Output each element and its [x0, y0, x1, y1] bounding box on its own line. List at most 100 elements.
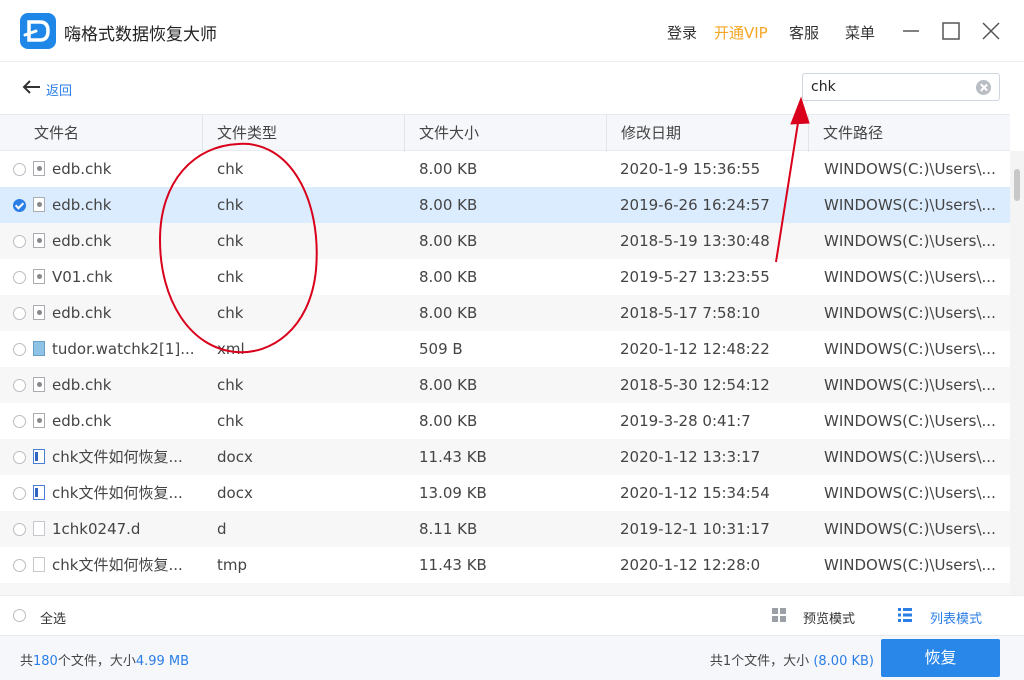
table-row[interactable]: edb.chk chk 8.00 KB 2019-6-26 16:24:57 W… [0, 187, 1010, 223]
file-size: 509 B [419, 340, 463, 358]
file-type: chk [217, 412, 244, 430]
system-file-icon [33, 413, 45, 428]
file-name: chk文件如何恢复... [52, 484, 183, 502]
selected-size: (8.00 KB) [813, 654, 874, 669]
total-prefix: 共 [20, 654, 34, 669]
row-checkbox[interactable] [13, 271, 26, 284]
row-checkbox[interactable] [13, 163, 26, 176]
column-header-size[interactable]: 文件大小 [405, 115, 607, 152]
row-checkbox[interactable] [13, 199, 26, 212]
preview-mode-button[interactable]: 预览模式 [803, 608, 855, 627]
file-size: 8.00 KB [419, 376, 478, 394]
file-path: WINDOWS(C:)\Users\... [824, 232, 996, 250]
file-date: 2020-1-12 15:34:54 [620, 484, 770, 502]
file-path: WINDOWS(C:)\Users\... [824, 412, 996, 430]
grid-view-icon[interactable] [771, 607, 787, 623]
file-name: tudor.watchk2[1]... [52, 340, 195, 358]
selection-bar: 全选 预览模式 列表模式 [0, 595, 1024, 635]
table-row[interactable]: V01.chk chk 8.00 KB 2019-5-27 13:23:55 W… [0, 259, 1010, 295]
file-type: chk [217, 196, 244, 214]
title-bar: 嗨格式数据恢复大师 登录 开通VIP 客服 菜单 [0, 0, 1024, 62]
row-checkbox[interactable] [13, 451, 26, 464]
file-date: 2019-5-27 13:23:55 [620, 268, 770, 286]
file-path: WINDOWS(C:)\Users\... [824, 340, 996, 358]
file-path: WINDOWS(C:)\Users\... [824, 520, 996, 538]
selected-mid: 个文件，大小 [731, 654, 810, 669]
column-header-date[interactable]: 修改日期 [607, 115, 809, 152]
table-row[interactable]: edb.chk chk 8.00 KB 2018-5-30 12:54:12 W… [0, 367, 1010, 403]
total-count: 180 [33, 654, 58, 669]
table-row[interactable]: edb.chk chk 8.00 KB 2018-5-17 7:58:10 WI… [0, 295, 1010, 331]
app-logo [20, 13, 56, 49]
table-row[interactable]: edb.chk chk 8.00 KB 2018-5-19 13:30:48 W… [0, 223, 1010, 259]
select-all-checkbox[interactable] [13, 609, 26, 622]
file-date: 2020-1-12 13:3:17 [620, 448, 761, 466]
search-input[interactable]: chk [802, 73, 1000, 101]
selected-files-summary: 共1个文件，大小 (8.00 KB) [710, 650, 874, 669]
file-name: V01.chk [52, 268, 113, 286]
column-header-name[interactable]: 文件名 [20, 115, 203, 152]
file-size: 11.43 KB [419, 556, 487, 574]
toolbar: 返回 chk [0, 62, 1024, 114]
vip-link[interactable]: 开通VIP [714, 22, 768, 43]
file-path: WINDOWS(C:)\Users\... [824, 376, 996, 394]
row-checkbox[interactable] [13, 487, 26, 500]
file-name: edb.chk [52, 232, 112, 250]
table-row[interactable]: chk文件如何恢复... docx 11.43 KB 2020-1-12 13:… [0, 439, 1010, 475]
column-header-path[interactable]: 文件路径 [809, 115, 1010, 152]
row-checkbox[interactable] [13, 235, 26, 248]
table-row[interactable]: tudor.watchk2[1]... xml 509 B 2020-1-12 … [0, 331, 1010, 367]
file-date: 2018-5-30 12:54:12 [620, 376, 770, 394]
maximize-icon[interactable] [940, 20, 962, 42]
total-mid: 个文件，大小 [57, 654, 136, 669]
file-size: 8.00 KB [419, 268, 478, 286]
file-date: 2018-5-19 13:30:48 [620, 232, 770, 250]
table-row[interactable]: edb.chk chk 8.00 KB 2020-1-9 15:36:55 WI… [0, 151, 1010, 187]
scrollbar-thumb[interactable] [1014, 169, 1020, 201]
word-file-icon [33, 485, 45, 500]
file-type: xml [217, 340, 245, 358]
table-row[interactable]: chk文件如何恢复... tmp 11.43 KB 2020-1-12 12:2… [0, 547, 1010, 583]
table-row-partial [0, 583, 1010, 595]
blank-file-icon [33, 521, 45, 536]
file-name: edb.chk [52, 376, 112, 394]
list-view-icon[interactable] [897, 607, 913, 623]
blank-file-icon [33, 557, 45, 572]
service-link[interactable]: 客服 [789, 22, 819, 43]
row-checkbox[interactable] [13, 523, 26, 536]
file-path: WINDOWS(C:)\Users\... [824, 160, 996, 178]
app-title: 嗨格式数据恢复大师 [64, 25, 217, 45]
menu-link[interactable]: 菜单 [845, 22, 875, 43]
system-file-icon [33, 377, 45, 392]
clear-search-icon[interactable] [976, 80, 991, 95]
file-type: chk [217, 304, 244, 322]
file-size: 8.00 KB [419, 232, 478, 250]
minimize-icon[interactable] [900, 20, 922, 42]
row-checkbox[interactable] [13, 415, 26, 428]
row-checkbox[interactable] [13, 307, 26, 320]
file-date: 2019-3-28 0:41:7 [620, 412, 751, 430]
table-row[interactable]: chk文件如何恢复... docx 13.09 KB 2020-1-12 15:… [0, 475, 1010, 511]
table-row[interactable]: 1chk0247.d d 8.11 KB 2019-12-1 10:31:17 … [0, 511, 1010, 547]
row-checkbox[interactable] [13, 343, 26, 356]
login-link[interactable]: 登录 [667, 22, 697, 43]
file-name: chk文件如何恢复... [52, 556, 183, 574]
row-checkbox[interactable] [13, 379, 26, 392]
recover-button[interactable]: 恢复 [881, 639, 1000, 677]
column-header-type[interactable]: 文件类型 [203, 115, 405, 152]
close-icon[interactable] [980, 20, 1002, 42]
vertical-scrollbar[interactable] [1010, 151, 1024, 595]
total-size: 4.99 MB [135, 654, 190, 669]
back-link[interactable]: 返回 [46, 80, 72, 99]
back-arrow-icon[interactable] [22, 79, 42, 95]
row-checkbox[interactable] [13, 559, 26, 572]
file-size: 8.00 KB [419, 412, 478, 430]
table-row[interactable]: edb.chk chk 8.00 KB 2019-3-28 0:41:7 WIN… [0, 403, 1010, 439]
table-header: 文件名 文件类型 文件大小 修改日期 文件路径 [0, 114, 1010, 152]
search-input-value: chk [811, 79, 836, 95]
system-file-icon [33, 269, 45, 284]
select-all-label[interactable]: 全选 [40, 608, 66, 627]
file-path: WINDOWS(C:)\Users\... [824, 556, 996, 574]
system-file-icon [33, 197, 45, 212]
list-mode-button[interactable]: 列表模式 [930, 608, 982, 627]
